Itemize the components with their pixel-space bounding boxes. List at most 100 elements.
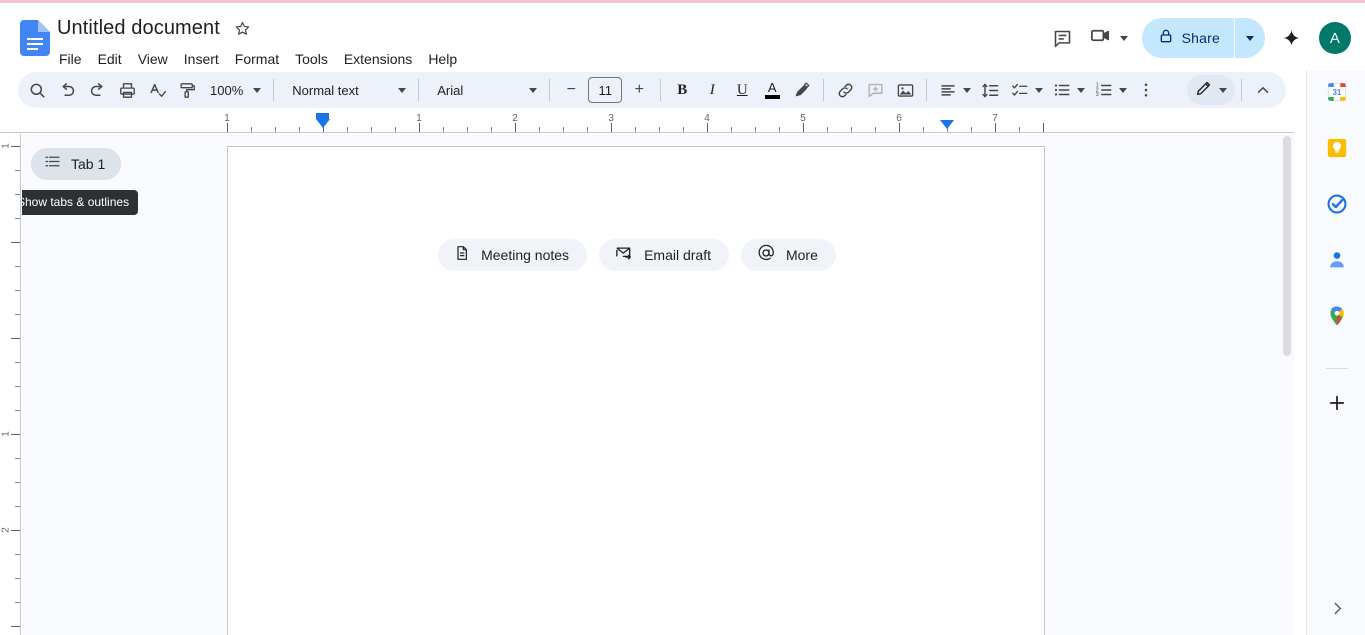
font-family-selector[interactable]: Arial	[425, 75, 543, 105]
search-icon[interactable]	[22, 75, 52, 105]
video-camera-icon	[1089, 24, 1112, 52]
horizontal-ruler[interactable]: 1 1 2 3 4 5 6 7	[0, 112, 1294, 134]
google-calendar-icon[interactable]: 31	[1320, 75, 1354, 109]
bulleted-list-button[interactable]	[1047, 75, 1089, 105]
text-color-label: A	[767, 80, 777, 95]
at-sign-icon	[757, 244, 775, 267]
decrease-font-size-button[interactable]: −	[556, 75, 586, 105]
menu-help[interactable]: Help	[420, 47, 465, 71]
italic-button[interactable]: I	[697, 75, 727, 105]
chevron-down-icon	[963, 87, 972, 93]
menu-insert[interactable]: Insert	[176, 47, 227, 71]
numbered-list-button[interactable]: 1 2 3	[1089, 75, 1131, 105]
ruler-number: 1	[224, 113, 230, 124]
checklist-button[interactable]	[1005, 75, 1047, 105]
expand-side-panel-icon[interactable]	[1322, 593, 1352, 623]
minus-icon: −	[566, 81, 576, 98]
menu-view[interactable]: View	[130, 47, 176, 71]
spellcheck-icon[interactable]	[142, 75, 172, 105]
meet-button[interactable]	[1083, 18, 1134, 58]
paint-format-icon[interactable]	[172, 75, 202, 105]
toolbar-divider	[273, 79, 275, 101]
highlight-color-icon[interactable]	[787, 75, 817, 105]
insert-image-icon[interactable]	[890, 75, 920, 105]
chevron-down-icon	[1035, 87, 1044, 93]
increase-font-size-button[interactable]: +	[624, 75, 654, 105]
line-spacing-icon[interactable]	[975, 75, 1005, 105]
comment-icon[interactable]	[1043, 18, 1083, 58]
email-icon	[615, 244, 633, 267]
underline-button[interactable]: U	[727, 75, 757, 105]
menu-edit[interactable]: Edit	[90, 47, 130, 71]
google-maps-icon[interactable]	[1320, 299, 1354, 333]
google-contacts-icon[interactable]	[1320, 243, 1354, 277]
vertical-scrollbar-track[interactable]	[1280, 134, 1294, 635]
paragraph-style-selector[interactable]: Normal text	[280, 75, 412, 105]
menu-tools[interactable]: Tools	[287, 47, 336, 71]
google-tasks-icon[interactable]	[1320, 187, 1354, 221]
ruler-number: 2	[512, 113, 518, 124]
chevron-down-icon	[1219, 87, 1227, 93]
print-icon[interactable]	[112, 75, 142, 105]
sparkle-icon[interactable]	[1273, 20, 1309, 56]
italic-label: I	[709, 81, 715, 98]
bold-label: B	[677, 81, 688, 98]
first-line-indent-icon[interactable]	[316, 119, 330, 128]
chevron-down-icon	[1246, 35, 1254, 41]
text-color-button[interactable]: A	[757, 75, 787, 105]
ruler-number: 1	[416, 113, 422, 124]
zoom-selector[interactable]: 100%	[202, 75, 267, 105]
menu-extensions[interactable]: Extensions	[336, 47, 420, 71]
font-family-value: Arial	[437, 82, 464, 98]
share-main[interactable]: Share	[1142, 18, 1234, 58]
right-indent-marker[interactable]	[940, 120, 954, 129]
tooltip-show-tabs-outlines: Show tabs & outlines	[22, 190, 139, 215]
toolbar-divider	[660, 79, 662, 101]
redo-icon[interactable]	[82, 75, 112, 105]
chevron-down-icon	[1119, 35, 1128, 41]
add-comment-icon[interactable]	[860, 75, 890, 105]
chip-meeting-notes[interactable]: Meeting notes	[438, 239, 588, 271]
chip-more[interactable]: More	[740, 239, 836, 271]
outline-list-icon	[44, 153, 61, 175]
share-dropdown-button[interactable]	[1235, 18, 1265, 58]
tab-chip-tab-1[interactable]: Tab 1	[31, 148, 122, 180]
editing-mode-button[interactable]	[1187, 75, 1235, 105]
document-icon	[454, 245, 470, 266]
app-header: Untitled document File Edit View Insert …	[0, 3, 1365, 70]
avatar[interactable]: A	[1319, 22, 1351, 54]
google-keep-icon[interactable]	[1320, 131, 1354, 165]
align-button[interactable]	[933, 75, 975, 105]
chevron-down-icon	[398, 87, 407, 93]
font-size-stepper: − +	[556, 75, 654, 105]
bold-button[interactable]: B	[667, 75, 697, 105]
vruler-baseline	[20, 134, 21, 635]
share-button[interactable]: Share	[1141, 18, 1265, 58]
plus-icon: +	[634, 81, 644, 98]
collapse-menus-icon[interactable]	[1248, 75, 1278, 105]
star-icon[interactable]	[232, 17, 254, 39]
add-ons-plus-icon[interactable]	[1320, 386, 1354, 420]
ruler-baseline	[0, 132, 1294, 133]
insert-link-icon[interactable]	[830, 75, 860, 105]
side-panel-divider	[1326, 368, 1348, 369]
menu-format[interactable]: Format	[227, 47, 287, 71]
font-size-input[interactable]	[588, 77, 623, 103]
lock-icon	[1158, 28, 1174, 49]
document-page[interactable]: Meeting notes Email draft More	[227, 146, 1045, 635]
undo-icon[interactable]	[52, 75, 82, 105]
more-options-icon[interactable]	[1131, 75, 1161, 105]
docs-logo-icon	[20, 20, 50, 56]
document-title[interactable]: Untitled document	[57, 15, 220, 41]
menu-file[interactable]: File	[51, 47, 90, 71]
smart-chips-row: Meeting notes Email draft More	[228, 239, 1046, 271]
vertical-scrollbar-thumb[interactable]	[1283, 136, 1291, 356]
share-label: Share	[1181, 30, 1220, 46]
vruler-number: 1	[0, 431, 12, 437]
ruler-number: 4	[704, 113, 710, 124]
side-panel: 31	[1306, 70, 1365, 635]
toolbar-divider	[1241, 79, 1242, 101]
vertical-ruler[interactable]: 1 1 2	[0, 134, 22, 635]
chip-label: Email draft	[644, 247, 711, 263]
chip-email-draft[interactable]: Email draft	[599, 239, 729, 271]
